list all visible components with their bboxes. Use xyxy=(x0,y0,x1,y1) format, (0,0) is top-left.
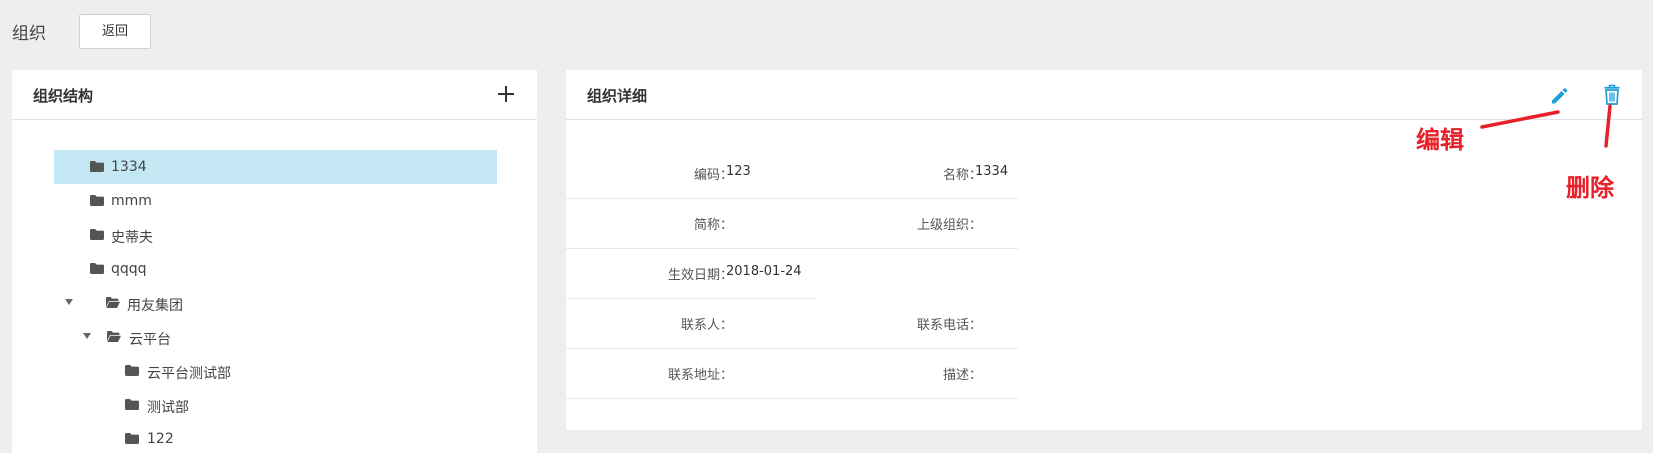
effective-date-label: 生效日期： xyxy=(667,268,733,283)
folder-icon xyxy=(90,263,104,274)
row-divider xyxy=(566,298,815,299)
top-bar: 组织 返回 xyxy=(0,0,1653,60)
expand-caret-icon[interactable] xyxy=(65,299,73,305)
tree-item-label: 史蒂夫 xyxy=(111,230,153,246)
org-structure-panel: 组织结构 1334 mmm 史蒂夫 qqqq 用友集团 云平台 云平台测试部 测… xyxy=(12,70,537,453)
row-divider xyxy=(566,348,1018,349)
tree-item-cloud-platform[interactable]: 云平台 xyxy=(54,320,497,354)
name-value: 1334 xyxy=(975,164,1009,179)
code-value: 123 xyxy=(726,164,751,179)
tree-item-label: 云平台测试部 xyxy=(147,366,231,382)
effective-date-value: 2018-01-24 xyxy=(726,264,802,279)
tree-item-label: 1334 xyxy=(111,159,147,175)
annotation-lines xyxy=(1480,104,1612,148)
tree-item-label: 云平台 xyxy=(129,332,171,348)
panel-title: 组织详细 xyxy=(587,87,648,105)
tree-item-cloud-test-dept[interactable]: 云平台测试部 xyxy=(54,354,497,388)
tree-item-label: 测试部 xyxy=(147,400,189,416)
tree-item-mmm[interactable]: mmm xyxy=(54,184,497,218)
tree-item-test-dept[interactable]: 测试部 xyxy=(54,388,497,422)
contact-phone-label: 联系电话： xyxy=(916,318,982,333)
folder-open-icon xyxy=(107,331,121,342)
tree-item-label: qqqq xyxy=(111,261,147,277)
tree-item-shidifu[interactable]: 史蒂夫 xyxy=(54,218,497,252)
contact-label: 联系人： xyxy=(680,318,733,333)
tree-item-1334[interactable]: 1334 xyxy=(54,150,497,184)
description-label: 描述： xyxy=(942,368,982,383)
tree-item-qqqq[interactable]: qqqq xyxy=(54,252,497,286)
delete-annotation: 删除 xyxy=(1566,174,1614,202)
tree-item-label: mmm xyxy=(111,193,152,209)
folder-icon xyxy=(125,399,139,410)
panel-header: 组织结构 xyxy=(12,70,537,120)
tree-item-label: 122 xyxy=(147,431,174,447)
address-label: 联系地址： xyxy=(667,368,733,383)
folder-icon xyxy=(125,433,139,444)
row-divider xyxy=(566,248,1018,249)
back-button[interactable]: 返回 xyxy=(79,14,151,49)
folder-open-icon xyxy=(106,297,120,308)
page-title: 组织 xyxy=(12,24,46,44)
tree-item-label: 用友集团 xyxy=(127,298,183,314)
folder-icon xyxy=(90,229,104,240)
row-divider xyxy=(566,198,1018,199)
expand-caret-icon[interactable] xyxy=(83,333,91,339)
parent-org-label: 上级组织： xyxy=(916,218,982,233)
folder-icon xyxy=(90,161,104,172)
row-divider xyxy=(566,398,1018,399)
plus-icon[interactable] xyxy=(495,83,517,105)
panel-title: 组织结构 xyxy=(33,87,94,105)
tree-item-yonyou-group[interactable]: 用友集团 xyxy=(54,286,497,320)
tree-item-122[interactable]: 122 xyxy=(54,422,497,453)
short-name-label: 简称： xyxy=(693,218,733,233)
folder-icon xyxy=(125,365,139,376)
edit-annotation: 编辑 xyxy=(1416,126,1464,154)
folder-icon xyxy=(90,195,104,206)
